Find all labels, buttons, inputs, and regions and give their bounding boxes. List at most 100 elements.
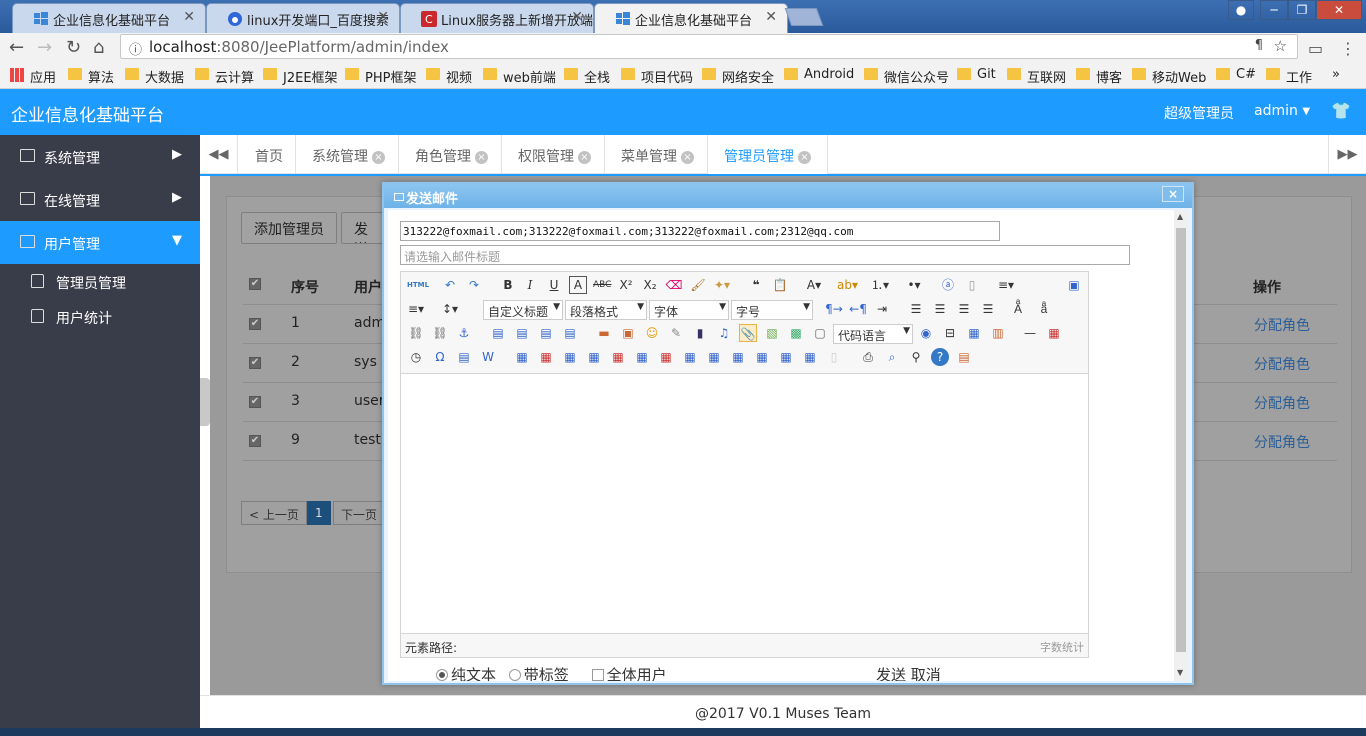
menu-icon[interactable]: ⋮ [1340, 39, 1356, 58]
image-right-icon[interactable]: ▤ [537, 324, 555, 342]
bookmark-apps[interactable]: 应用 [10, 67, 56, 86]
drafts-icon[interactable]: ▤ [955, 348, 973, 366]
horizontal-rule-icon[interactable]: — [1021, 324, 1039, 342]
font-family-dropdown[interactable]: 字体 ▼ [649, 300, 729, 320]
subscript-icon[interactable]: X₂ [641, 276, 659, 294]
bookmark-item[interactable]: 互联网 [1007, 67, 1066, 86]
bookmark-item[interactable]: 网络安全 [702, 67, 774, 86]
select-all-checkbox[interactable]: ✔ [249, 278, 261, 290]
assign-role-link[interactable]: 分配角色 [1254, 432, 1310, 452]
unlink-icon[interactable]: ⛓ [431, 324, 449, 342]
highlight-icon[interactable]: ab▾ [837, 276, 858, 294]
bookmark-item[interactable]: C# [1216, 67, 1256, 82]
bookmark-item[interactable]: 大数据 [125, 67, 184, 86]
tab-system[interactable]: 系统管理 × [296, 135, 399, 174]
restore-icon[interactable]: ❐ [1288, 0, 1316, 20]
bookmark-item[interactable]: 云计算 [195, 67, 254, 86]
paragraph-spacing-top-icon[interactable]: ≡▾ [407, 300, 425, 318]
next-page-button[interactable]: 下一页 > [333, 501, 385, 525]
split-rows-icon[interactable]: ▦ [777, 348, 795, 366]
search-replace-icon[interactable]: ⚲ [907, 348, 925, 366]
sidebar-item-online[interactable]: 在线管理 ▶ [0, 178, 200, 221]
bookmark-item[interactable]: 微信公众号 [864, 67, 949, 86]
subject-input[interactable]: 请选输入邮件标题 [400, 245, 1130, 265]
sidebar-item-users[interactable]: 用户管理 ▼ [0, 221, 200, 264]
line-height-icon[interactable]: ↕▾ [441, 300, 459, 318]
recipients-input[interactable]: 313222@foxmail.com;313222@foxmail.com;31… [400, 221, 1000, 241]
bookmarks-more[interactable]: » [1332, 67, 1340, 82]
underline-icon[interactable]: U [545, 276, 563, 294]
redo-icon[interactable]: ↷ [465, 276, 483, 294]
select-all-icon[interactable]: ⓐ [939, 276, 957, 294]
row-checkbox[interactable]: ✔ [249, 318, 261, 330]
bookmark-item[interactable]: Android [784, 67, 854, 82]
image-left-icon[interactable]: ▤ [513, 324, 531, 342]
attachment-icon[interactable]: 📎 [739, 324, 757, 342]
bold-icon[interactable]: B [499, 276, 517, 294]
undo-icon[interactable]: ↶ [441, 276, 459, 294]
code-language-dropdown[interactable]: 代码语言 ▼ [833, 324, 913, 344]
split-cols-icon[interactable]: ▦ [801, 348, 819, 366]
cast-icon[interactable]: ▭ [1308, 39, 1323, 58]
emotion-icon[interactable]: ☺ [643, 324, 661, 342]
bookmark-item[interactable]: 项目代码 [621, 67, 693, 86]
bookmark-item[interactable]: Git [957, 67, 996, 82]
plain-text-radio[interactable]: 纯文本 [436, 666, 496, 681]
rtl-icon[interactable]: ←¶ [849, 300, 867, 318]
superscript-icon[interactable]: X² [617, 276, 635, 294]
row-checkbox[interactable]: ✔ [249, 396, 261, 408]
map-icon[interactable]: ▧ [763, 324, 781, 342]
auto-format-icon[interactable]: ✦▾ [713, 276, 731, 294]
merge-right-icon[interactable]: ▦ [705, 348, 723, 366]
insert-row-icon[interactable]: ▦ [585, 348, 603, 366]
delete-col-icon[interactable]: ▦ [657, 348, 675, 366]
charts-icon[interactable]: ▯ [825, 348, 843, 366]
scroll-thumb[interactable] [1176, 228, 1186, 652]
date-icon[interactable]: ▦ [1045, 324, 1063, 342]
delete-table-icon[interactable]: ▦ [537, 348, 555, 366]
bookmark-item[interactable]: J2EE框架 [263, 67, 338, 86]
simple-upload-icon[interactable]: ▬ [595, 324, 613, 342]
align-center-icon[interactable]: ☰ [931, 300, 949, 318]
print-icon[interactable]: ⎙ [859, 348, 877, 366]
bookmark-item[interactable]: 视频 [426, 67, 472, 86]
template-icon[interactable]: ▦ [965, 324, 983, 342]
bookmark-item[interactable]: 工作 [1266, 67, 1312, 86]
bookmark-item[interactable]: PHP框架 [345, 67, 416, 86]
close-icon[interactable]: ✕ [765, 9, 777, 25]
reload-icon[interactable]: ↻ [66, 37, 81, 58]
tab-admins[interactable]: 管理员管理 × [708, 135, 828, 174]
eraser-icon[interactable]: ⌫ [665, 276, 683, 294]
bookmark-item[interactable]: 移动Web [1132, 67, 1206, 86]
user-menu[interactable]: admin ▼ [1254, 103, 1310, 119]
sidebar-subitem-user-stats[interactable]: 用户统计 [0, 300, 200, 334]
align-right-icon[interactable]: ☰ [955, 300, 973, 318]
bookmark-item[interactable]: 算法 [68, 67, 114, 86]
cancel-button[interactable]: 取消 [911, 666, 941, 681]
forward-icon[interactable]: → [37, 37, 52, 58]
merge-down-icon[interactable]: ▦ [729, 348, 747, 366]
word-image-icon[interactable]: ▤ [455, 348, 473, 366]
font-border-icon[interactable]: A [569, 276, 587, 294]
tagged-radio[interactable]: 带标签 [508, 666, 569, 681]
browser-tab-3[interactable]: C Linux服务器上新增开放端 ✕ [400, 3, 594, 33]
browser-tab-4[interactable]: 企业信息化基础平台 ✕ [594, 3, 788, 33]
home-icon[interactable]: ⌂ [93, 37, 104, 58]
lowercase-icon[interactable]: aͣ [1035, 300, 1053, 318]
scroll-up-icon[interactable]: ▲ [1177, 212, 1183, 221]
time-icon[interactable]: ◷ [407, 348, 425, 366]
blockquote-icon[interactable]: ❝ [747, 276, 765, 294]
ltr-icon[interactable]: ¶→ [825, 300, 843, 318]
tab-menus[interactable]: 菜单管理 × [605, 135, 708, 174]
insert-table-icon[interactable]: ▦ [513, 348, 531, 366]
dialog-scrollbar[interactable]: ▲ ▼ [1174, 210, 1188, 681]
tab-permissions[interactable]: 权限管理 × [502, 135, 605, 174]
theme-icon[interactable]: 👕 [1331, 101, 1351, 120]
image-center-icon[interactable]: ▤ [561, 324, 579, 342]
browser-tab-1[interactable]: 企业信息化基础平台 ✕ [12, 3, 206, 33]
page-1-button[interactable]: 1 [307, 501, 331, 525]
background-icon[interactable]: ▥ [989, 324, 1007, 342]
sidebar-collapse-handle[interactable] [200, 378, 210, 426]
window-close-icon[interactable]: ✕ [1316, 0, 1362, 20]
unordered-list-icon[interactable]: •▾ [905, 276, 923, 294]
